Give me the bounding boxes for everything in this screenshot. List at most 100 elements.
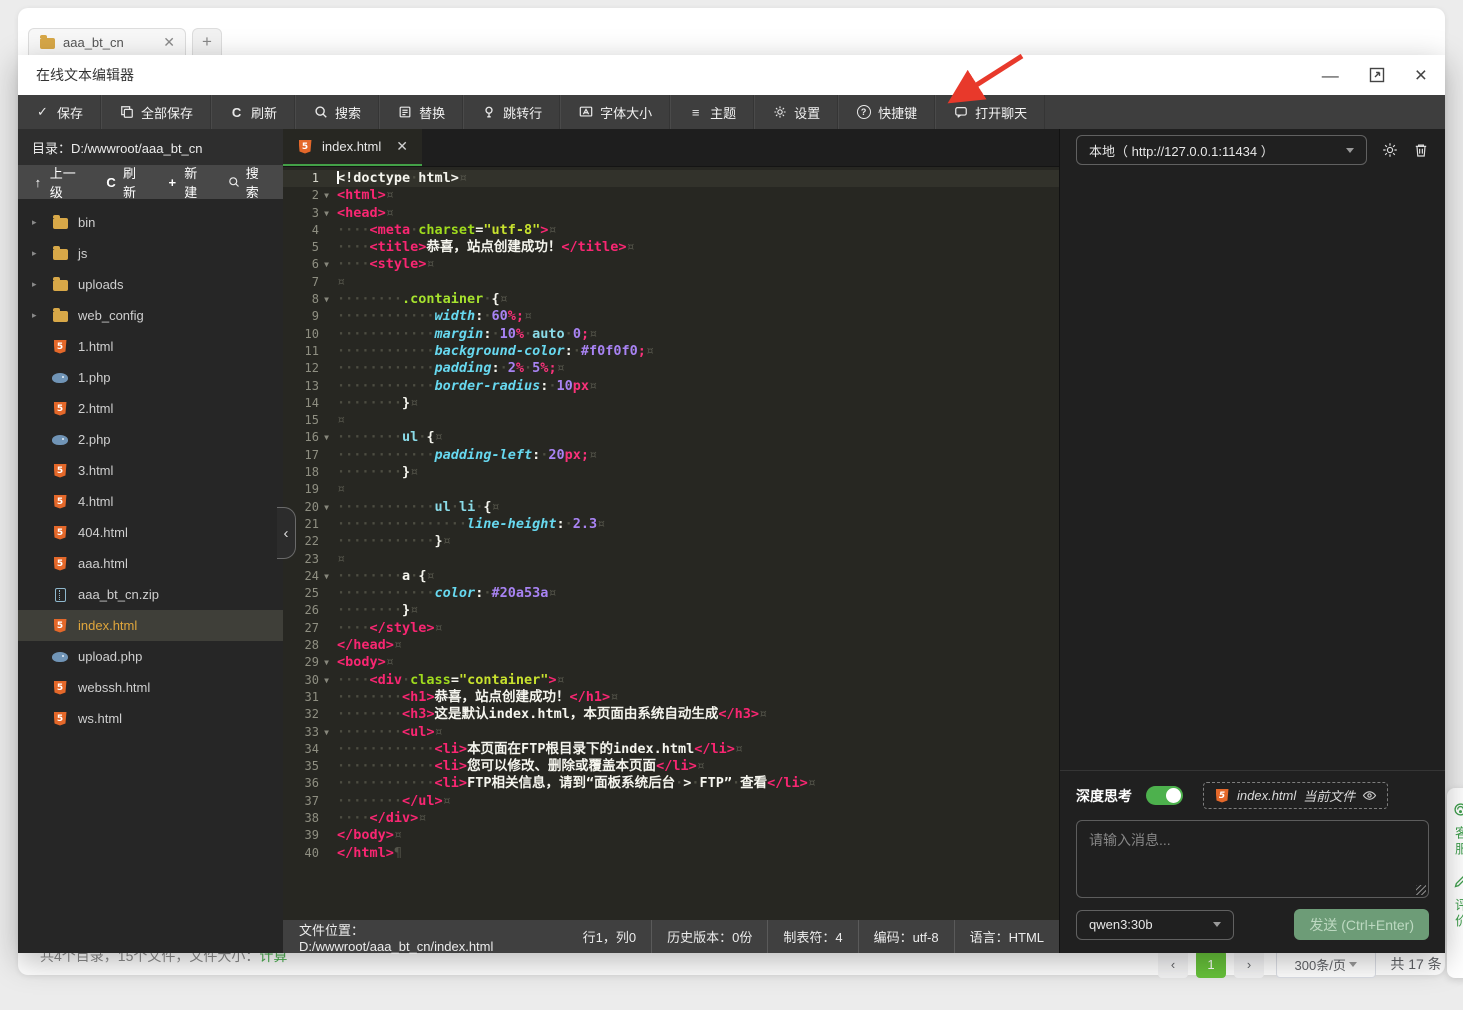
new-tab-button[interactable]: +: [192, 28, 222, 56]
line-number[interactable]: 33▼: [283, 724, 331, 741]
close-icon[interactable]: ✕: [396, 138, 408, 155]
toolbar-button-fontsize[interactable]: 字体大小: [560, 95, 670, 129]
toolbar-button-search[interactable]: 搜索: [295, 95, 379, 129]
close-icon[interactable]: ✕: [163, 34, 175, 51]
tree-item-2.php[interactable]: 2.php: [18, 424, 283, 455]
model-select[interactable]: qwen3:30b: [1076, 910, 1234, 940]
deep-think-toggle[interactable]: [1146, 786, 1183, 805]
line-number[interactable]: 6▼: [283, 256, 331, 273]
expand-caret-icon[interactable]: ▸: [32, 310, 42, 321]
line-number[interactable]: 30▼: [283, 672, 331, 689]
search-icon: [313, 105, 328, 120]
send-button[interactable]: 发送 (Ctrl+Enter): [1294, 909, 1429, 940]
pagination-next-button[interactable]: ›: [1234, 950, 1264, 978]
message-input[interactable]: 请输入消息...: [1076, 820, 1429, 898]
expand-caret-icon[interactable]: ▸: [32, 279, 42, 290]
tree-item-index.html[interactable]: 5index.html: [18, 610, 283, 641]
php-file-icon: [52, 373, 68, 383]
file-name: upload.php: [78, 649, 142, 664]
toolbar-button-copy[interactable]: 全部保存: [101, 95, 211, 129]
file-name: index.html: [78, 618, 137, 633]
tree-item-aaa_bt_cn.zip[interactable]: aaa_bt_cn.zip: [18, 579, 283, 610]
code-line-25: 25············color:·#20a53a¤: [283, 585, 1059, 602]
sidebar-nav-plus[interactable]: +新建: [166, 163, 207, 201]
sidebar-nav-refresh[interactable]: C刷新: [105, 163, 146, 201]
minimize-icon[interactable]: —: [1322, 67, 1339, 84]
tree-item-bin[interactable]: ▸ bin: [18, 207, 283, 238]
file-name: uploads: [78, 277, 124, 292]
toolbar-button-settings[interactable]: 设置: [754, 95, 838, 129]
tree-item-1.php[interactable]: 1.php: [18, 362, 283, 393]
file-name: bin: [78, 215, 95, 230]
tree-item-1.html[interactable]: 51.html: [18, 331, 283, 362]
pagination-prev-button[interactable]: ‹: [1158, 950, 1188, 978]
toolbar-button-theme[interactable]: ≡主题: [670, 95, 754, 129]
code-line-6: 6▼····<style>¤: [283, 256, 1059, 273]
goto-icon: [481, 105, 496, 120]
code-line-10: 10············margin:·10%·auto·0;¤: [283, 326, 1059, 343]
toolbar-button-goto[interactable]: 跳转行: [463, 95, 560, 129]
line-number[interactable]: 3▼: [283, 205, 331, 222]
pen-icon: [1453, 874, 1463, 894]
file-name: 2.php: [78, 432, 111, 447]
tree-item-4.html[interactable]: 54.html: [18, 486, 283, 517]
status-language: 语言：HTML: [954, 920, 1059, 953]
toolbar-button-check[interactable]: ✓保存: [18, 95, 101, 129]
line-number[interactable]: 2▼: [283, 187, 331, 204]
line-number: 15: [283, 412, 331, 429]
page-size-select[interactable]: 300条/页: [1276, 950, 1376, 978]
pagination-page-button[interactable]: 1: [1196, 950, 1226, 978]
code-area[interactable]: 1<!doctype·html>¤2▼<html>¤3▼<head>¤4····…: [283, 167, 1059, 920]
expand-caret-icon[interactable]: ▸: [32, 248, 42, 259]
close-icon[interactable]: ×: [1415, 65, 1427, 86]
tree-item-aaa.html[interactable]: 5aaa.html: [18, 548, 283, 579]
eye-icon[interactable]: [1362, 788, 1377, 803]
html-file-icon: 5: [52, 712, 68, 726]
code-line-11: 11············background-color:·#f0f0f0;…: [283, 343, 1059, 360]
sidebar-collapse-handle[interactable]: ‹: [277, 507, 296, 559]
server-select[interactable]: 本地（ http://127.0.0.1:11434 ）: [1076, 135, 1367, 165]
tree-item-js[interactable]: ▸js: [18, 238, 283, 269]
html-file-icon: 5: [297, 140, 313, 154]
theme-icon: ≡: [688, 105, 703, 120]
tree-item-2.html[interactable]: 52.html: [18, 393, 283, 424]
widget-item-pen[interactable]: 评价: [1451, 874, 1463, 930]
chat-messages-area: [1060, 171, 1445, 770]
maximize-icon[interactable]: [1369, 67, 1385, 83]
chat-panel: 本地（ http://127.0.0.1:11434 ） 深度思考: [1059, 129, 1445, 953]
line-number: 39: [283, 827, 331, 844]
toolbar-button-refresh[interactable]: C刷新: [211, 95, 295, 129]
tree-item-web_config[interactable]: ▸web_config: [18, 300, 283, 331]
tree-item-404.html[interactable]: 5404.html: [18, 517, 283, 548]
editor-status-bar: 文件位置：D:/wwwroot/aaa_bt_cn/index.html 行1，…: [283, 920, 1059, 953]
editor-tab-index-html[interactable]: 5 index.html ✕: [283, 129, 422, 166]
expand-caret-icon[interactable]: ▸: [32, 217, 42, 228]
browser-tab-aaa-bt-cn[interactable]: aaa_bt_cn ✕: [28, 28, 186, 56]
resize-handle[interactable]: [1416, 885, 1426, 895]
code-line-32: 32········<h3>这是默认index.html，本页面由系统自动生成<…: [283, 706, 1059, 723]
line-number[interactable]: 8▼: [283, 291, 331, 308]
folder-file-icon: [52, 216, 68, 229]
line-number[interactable]: 29▼: [283, 654, 331, 671]
gear-icon[interactable]: [1382, 142, 1398, 158]
trash-icon[interactable]: [1413, 142, 1429, 158]
tree-item-webssh.html[interactable]: 5webssh.html: [18, 672, 283, 703]
code-line-4: 4····<meta·charset="utf-8">¤: [283, 222, 1059, 239]
code-line-26: 26········}¤: [283, 602, 1059, 619]
tree-item-3.html[interactable]: 53.html: [18, 455, 283, 486]
sidebar-nav-up[interactable]: ↑上一级: [32, 163, 85, 201]
code-line-15: 15¤: [283, 412, 1059, 429]
code-line-21: 21················line-height:·2.3¤: [283, 516, 1059, 533]
tree-item-upload.php[interactable]: upload.php: [18, 641, 283, 672]
tree-item-uploads[interactable]: ▸ uploads: [18, 269, 283, 300]
toolbar-button-hotkey[interactable]: ?快捷键: [838, 95, 935, 129]
chevron-down-icon: [1213, 922, 1221, 927]
widget-item-service[interactable]: 客服: [1451, 802, 1463, 858]
sidebar-nav-search[interactable]: 搜索: [228, 163, 269, 201]
zip-file-icon: [52, 588, 68, 602]
toolbar-button-replace[interactable]: 替换: [379, 95, 463, 129]
line-number[interactable]: 16▼: [283, 429, 331, 446]
modal-content: 目录：D:/wwwroot/aaa_bt_cn ↑上一级C刷新+新建搜索 ▸bi…: [18, 129, 1445, 953]
tree-item-ws.html[interactable]: 5ws.html: [18, 703, 283, 734]
line-number[interactable]: 24▼: [283, 568, 331, 585]
